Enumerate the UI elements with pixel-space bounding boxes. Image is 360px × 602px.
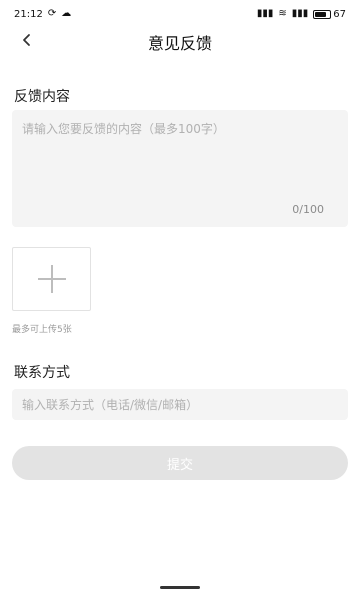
battery-icon [313,9,332,19]
signal-icon: ▮▮▮ [291,8,309,19]
feedback-section-title: 反馈内容 [14,89,70,105]
chevron-left-icon [23,34,30,46]
cloud-icon: ☁ [61,8,72,19]
contact-box [12,389,348,420]
home-indicator[interactable] [160,586,200,589]
feedback-box: 0/100 [12,110,348,227]
char-count: 0/100 [292,203,324,216]
battery-indicator: 67 [313,9,346,20]
battery-fill [315,11,326,17]
upload-image-button[interactable] [12,247,91,311]
battery-level: 67 [333,8,346,20]
contact-section-title: 联系方式 [14,365,70,381]
status-left: 21:12 ⟳ ☁ [14,9,71,20]
wifi-icon: ≋ [278,8,287,19]
back-button[interactable] [16,29,38,51]
upload-note: 最多可上传5张 [12,325,72,335]
sync-icon: ⟳ [47,8,57,19]
page-title: 意见反馈 [147,34,212,53]
nav-bar: 意见反馈 [0,28,360,56]
status-time: 21:12 [14,8,43,20]
status-bar: 21:12 ⟳ ☁ ▮▮▮ ≋ ▮▮▮ 67 [0,0,360,28]
plus-icon [37,265,66,293]
submit-button[interactable]: 提交 [12,446,348,480]
signal-icon: ▮▮▮ [256,8,274,19]
contact-input[interactable] [12,389,348,420]
status-right: ▮▮▮ ≋ ▮▮▮ 67 [257,9,346,20]
